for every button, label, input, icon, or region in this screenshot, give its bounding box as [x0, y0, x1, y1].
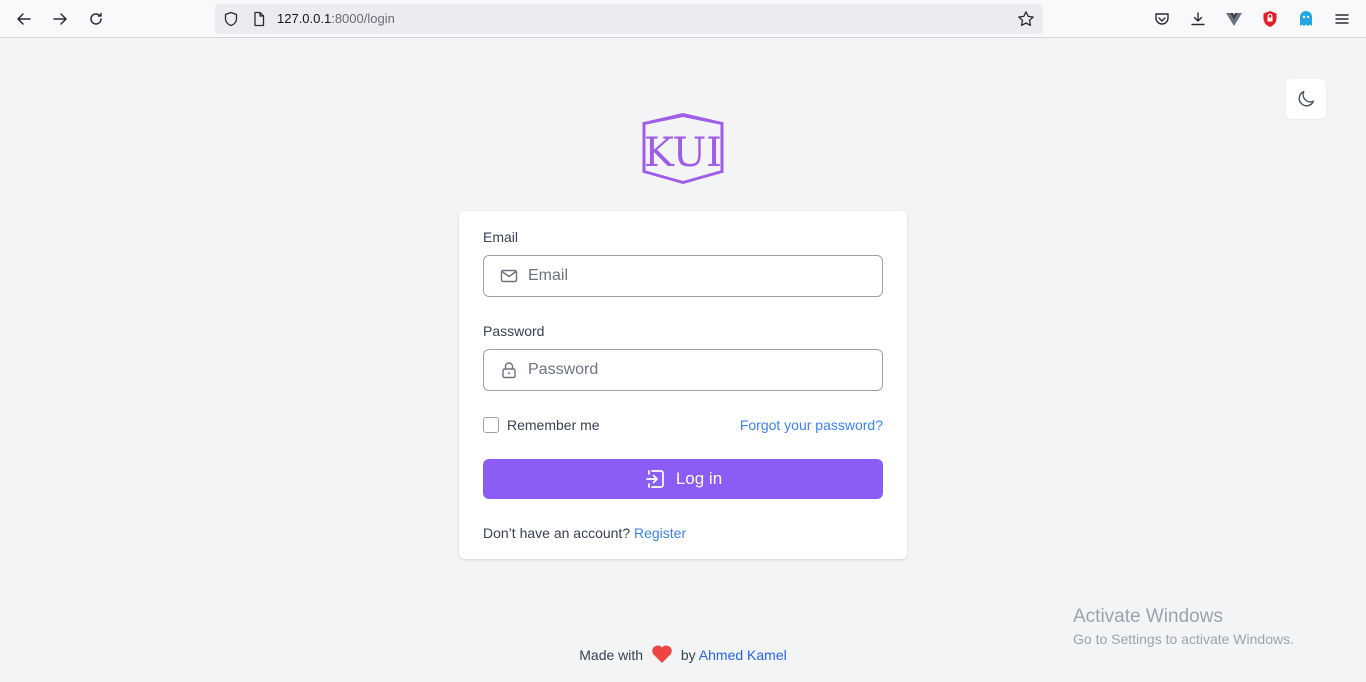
back-button[interactable]	[12, 7, 36, 31]
bookmark-star-icon[interactable]	[1017, 10, 1035, 28]
password-input[interactable]	[528, 350, 868, 390]
login-icon	[645, 470, 664, 488]
logo-mark: KUI	[642, 113, 724, 184]
author-link[interactable]: Ahmed Kamel	[699, 647, 787, 663]
forward-arrow-icon	[53, 13, 67, 25]
reload-icon	[90, 12, 102, 25]
downloads-button[interactable]	[1188, 9, 1208, 29]
email-input[interactable]	[528, 256, 868, 296]
email-label: Email	[483, 229, 519, 245]
watermark-title: Activate Windows	[1073, 606, 1223, 627]
password-field-wrapper[interactable]	[483, 349, 883, 391]
hamburger-menu-icon	[1335, 14, 1349, 24]
menu-button[interactable]	[1332, 9, 1352, 29]
vue-icon	[1226, 13, 1242, 26]
mail-icon	[500, 269, 518, 283]
password-label: Password	[483, 323, 545, 339]
lock-icon	[502, 362, 516, 379]
address-bar[interactable]: 127.0.0.1:8000/login	[215, 4, 1043, 34]
login-button[interactable]: Log in	[483, 459, 883, 499]
download-icon	[1191, 12, 1205, 26]
forward-button[interactable]	[48, 7, 72, 31]
login-button-label: Log in	[675, 469, 723, 488]
no-account-text: Don’t have an account?	[483, 525, 631, 541]
ublock-shield-icon	[1263, 11, 1277, 27]
pocket-icon	[1155, 13, 1169, 25]
footer-by: by	[680, 647, 696, 663]
ublock-button[interactable]	[1260, 9, 1280, 29]
url-path: :8000/login	[331, 11, 395, 26]
forgot-password-link[interactable]: Forgot your password?	[740, 417, 883, 433]
vue-devtools-button[interactable]	[1224, 9, 1244, 29]
watermark-subtitle: Go to Settings to activate Windows.	[1073, 631, 1294, 647]
url-host: 127.0.0.1	[277, 11, 332, 26]
register-link[interactable]: Register	[634, 525, 686, 541]
pocket-button[interactable]	[1152, 9, 1172, 29]
footer-made-with: Made with	[579, 647, 644, 663]
back-arrow-icon	[17, 13, 31, 25]
remember-me-label[interactable]: Remember me	[507, 417, 600, 433]
url-text[interactable]: 127.0.0.1:8000/login	[277, 11, 395, 27]
page-icon[interactable]	[251, 11, 267, 27]
kui-logo[interactable]: KUI	[641, 110, 725, 184]
ghostery-button[interactable]	[1296, 9, 1316, 29]
shield-icon[interactable]	[223, 11, 239, 27]
heart-icon	[652, 645, 672, 664]
dark-mode-toggle[interactable]	[1286, 79, 1326, 119]
moon-icon	[1298, 90, 1315, 107]
activate-windows-watermark: Activate Windows Go to Settings to activ…	[1073, 606, 1294, 649]
remember-me-checkbox[interactable]	[483, 417, 499, 433]
register-prompt: Don’t have an account? Register	[483, 525, 686, 541]
login-card: Email Password Remember me Forgot your p…	[459, 211, 907, 559]
email-field-wrapper[interactable]	[483, 255, 883, 297]
ghost-icon	[1300, 11, 1312, 26]
logo-text: KUI	[644, 130, 722, 176]
browser-toolbar: 127.0.0.1:8000/login	[0, 0, 1366, 38]
reload-button[interactable]	[84, 7, 108, 31]
